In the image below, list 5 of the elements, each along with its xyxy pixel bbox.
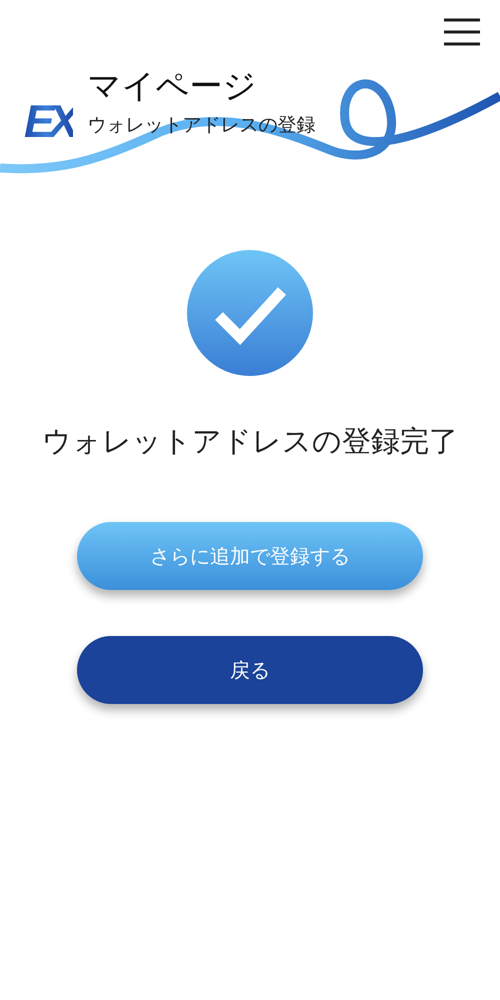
completion-message: ウォレットアドレスの登録完了 [42,423,458,460]
back-button[interactable]: 戻る [77,636,423,704]
menu-icon[interactable] [444,18,480,46]
check-icon [187,250,313,376]
page-title: マイページ [87,68,258,104]
